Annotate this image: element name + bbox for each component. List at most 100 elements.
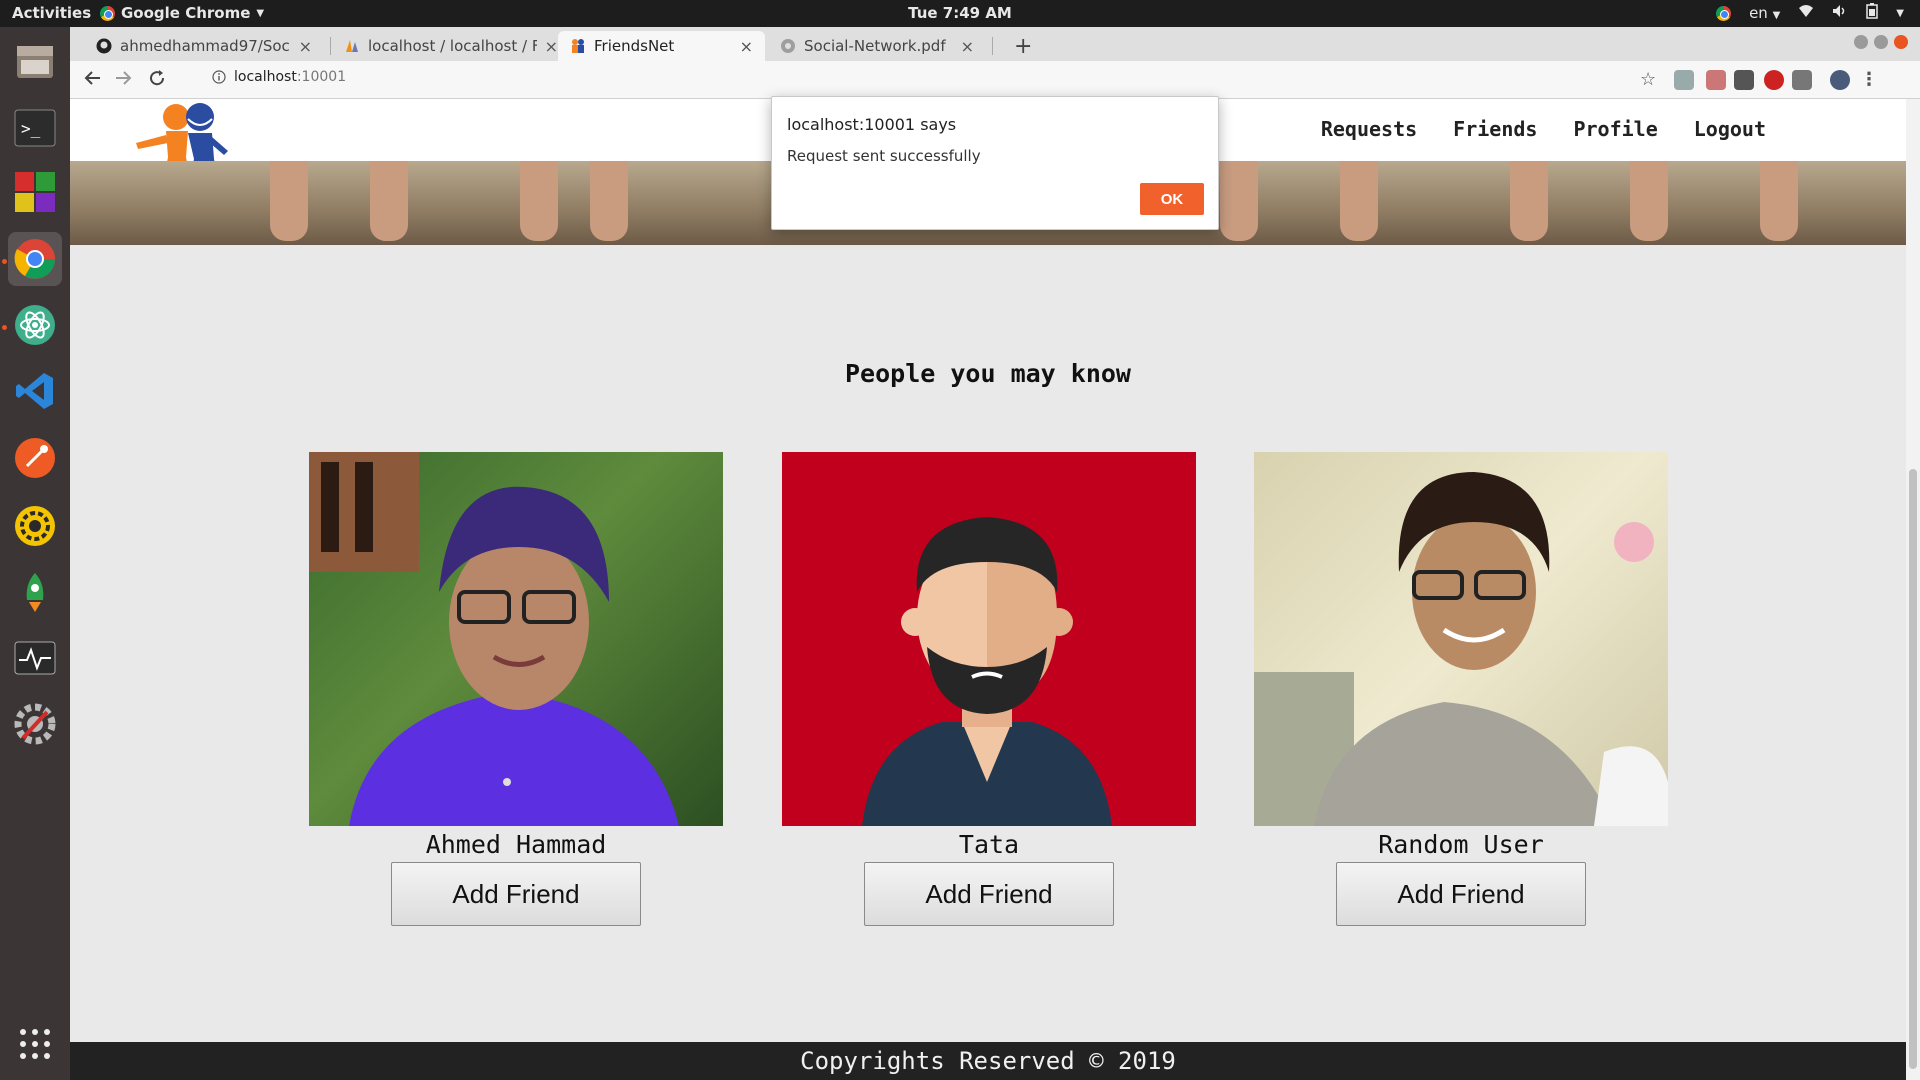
- person-name: Ahmed Hammad: [425, 830, 607, 859]
- files-app-icon[interactable]: [8, 35, 62, 89]
- close-tab-icon[interactable]: ×: [545, 37, 558, 56]
- banner-decoration: [270, 161, 308, 241]
- maximize-window-button[interactable]: [1874, 35, 1888, 49]
- off-extension-icon[interactable]: [1792, 70, 1812, 90]
- system-tray[interactable]: en ▼ ▼: [1716, 3, 1904, 23]
- volume-icon[interactable]: [1832, 4, 1848, 22]
- colorpicker-extension-icon[interactable]: [1706, 70, 1726, 90]
- close-tab-icon[interactable]: ×: [740, 37, 753, 56]
- page-viewport: Requests Friends Profile Logout People y…: [70, 99, 1906, 1080]
- phpmyadmin-icon: [346, 40, 358, 52]
- person-photo: [309, 452, 723, 826]
- running-indicator: [2, 325, 7, 330]
- person-card: Random User Add Friend: [1254, 452, 1668, 926]
- system-monitor-app-icon[interactable]: [8, 631, 62, 685]
- tab-title: localhost / localhost / Frie: [368, 37, 537, 55]
- rocket-app-icon[interactable]: [8, 565, 62, 619]
- nav-profile-link[interactable]: Profile: [1573, 117, 1657, 141]
- bookmark-star-icon[interactable]: ☆: [1640, 69, 1656, 90]
- github-icon: [96, 38, 112, 54]
- banner-decoration: [1340, 161, 1378, 241]
- terminal-app-icon[interactable]: >_: [8, 101, 62, 155]
- banner-decoration: [1220, 161, 1258, 241]
- close-tab-icon[interactable]: ×: [299, 37, 312, 56]
- app-menu-label: Google Chrome: [121, 4, 251, 22]
- tab-phpmyadmin[interactable]: localhost / localhost / Frie ×: [332, 31, 570, 61]
- tab-separator: [330, 37, 331, 55]
- back-button[interactable]: [84, 69, 102, 92]
- tab-separator: [992, 37, 993, 55]
- reload-icon: [150, 70, 165, 86]
- battery-icon[interactable]: [1866, 3, 1879, 23]
- adblock-extension-icon[interactable]: [1674, 70, 1694, 90]
- activities-button[interactable]: Activities: [12, 4, 91, 22]
- plus-icon: +: [1014, 33, 1033, 59]
- alert-ok-button[interactable]: OK: [1140, 183, 1204, 215]
- close-window-button[interactable]: [1894, 35, 1908, 49]
- scrollbar-thumb[interactable]: [1909, 469, 1917, 1069]
- reload-button[interactable]: [148, 69, 166, 92]
- chrome-menu-icon[interactable]: ⋮: [1860, 69, 1878, 90]
- alert-dialog: localhost:10001 says Request sent succes…: [771, 96, 1219, 230]
- person-photo: [1254, 452, 1668, 826]
- person-card: Tata Add Friend: [782, 452, 1196, 926]
- chrome-icon: [100, 5, 115, 21]
- tab-title: ahmedhammad97/Social: [120, 37, 291, 55]
- system-menu-chevron-icon[interactable]: ▼: [1896, 8, 1904, 19]
- software-app-icon[interactable]: [8, 165, 62, 219]
- tab-friendsnet[interactable]: FriendsNet ×: [558, 31, 765, 61]
- language-indicator[interactable]: en ▼: [1749, 4, 1780, 22]
- tab-pdf[interactable]: Social-Network.pdf ×: [768, 31, 986, 61]
- show-applications-icon[interactable]: [8, 1017, 62, 1071]
- person-photo: [782, 452, 1196, 826]
- wifi-icon[interactable]: [1798, 4, 1814, 22]
- site-footer: Copyrights Reserved © 2019: [70, 1042, 1906, 1080]
- add-friend-button[interactable]: Add Friend: [391, 862, 641, 926]
- chrome-tray-icon[interactable]: [1716, 5, 1732, 21]
- browser-toolbar: localhost:10001 ☆ ⋮: [70, 61, 1920, 99]
- info-icon[interactable]: [212, 70, 226, 84]
- person-name: Random User: [1378, 830, 1544, 859]
- app-menu[interactable]: Google Chrome ▼: [100, 4, 264, 22]
- banner-decoration: [590, 161, 628, 241]
- clock: Tue 7:49 AM: [908, 4, 1012, 22]
- window-controls: [1854, 35, 1908, 49]
- chrome-app-icon[interactable]: [8, 232, 62, 286]
- page-scrollbar[interactable]: [1906, 99, 1920, 1080]
- banner-decoration: [520, 161, 558, 241]
- screenshot-extension-icon[interactable]: [1734, 70, 1754, 90]
- url-host: localhost: [234, 69, 297, 85]
- person-name: Tata: [958, 830, 1020, 859]
- system-top-bar: Activities Google Chrome ▼ Tue 7:49 AM e…: [0, 0, 1920, 27]
- tab-title: Social-Network.pdf: [804, 37, 946, 55]
- extension-icon[interactable]: [1764, 70, 1784, 90]
- system-tools-app-icon[interactable]: [8, 697, 62, 751]
- url-port: :10001: [296, 69, 347, 85]
- banner-decoration: [370, 161, 408, 241]
- atom-app-icon[interactable]: [8, 298, 62, 352]
- new-tab-button[interactable]: +: [1002, 31, 1042, 61]
- nav-friends-link[interactable]: Friends: [1453, 117, 1537, 141]
- postman-app-icon[interactable]: [8, 431, 62, 485]
- banner-decoration: [1630, 161, 1668, 241]
- banner-decoration: [1760, 161, 1798, 241]
- add-friend-button[interactable]: Add Friend: [864, 862, 1114, 926]
- forward-button[interactable]: [114, 69, 132, 92]
- back-arrow-icon: [84, 71, 100, 85]
- people-section-title: People you may know: [845, 359, 1131, 388]
- forward-arrow-icon: [116, 71, 132, 85]
- address-bar[interactable]: localhost:10001: [212, 69, 346, 85]
- dock: >_: [0, 27, 70, 1080]
- nav-logout-link[interactable]: Logout: [1694, 117, 1766, 141]
- add-friend-button[interactable]: Add Friend: [1336, 862, 1586, 926]
- tab-github[interactable]: ahmedhammad97/Social ×: [84, 31, 324, 61]
- tab-strip: ahmedhammad97/Social × localhost / local…: [70, 27, 1920, 61]
- nav-requests-link[interactable]: Requests: [1321, 117, 1417, 141]
- settings-cog-app-icon[interactable]: [8, 499, 62, 553]
- vscode-app-icon[interactable]: [8, 364, 62, 418]
- close-tab-icon[interactable]: ×: [961, 37, 974, 56]
- profile-avatar-icon[interactable]: [1830, 70, 1850, 90]
- minimize-window-button[interactable]: [1854, 35, 1868, 49]
- friendsnet-icon: [572, 39, 584, 53]
- chevron-down-icon: ▼: [256, 7, 265, 19]
